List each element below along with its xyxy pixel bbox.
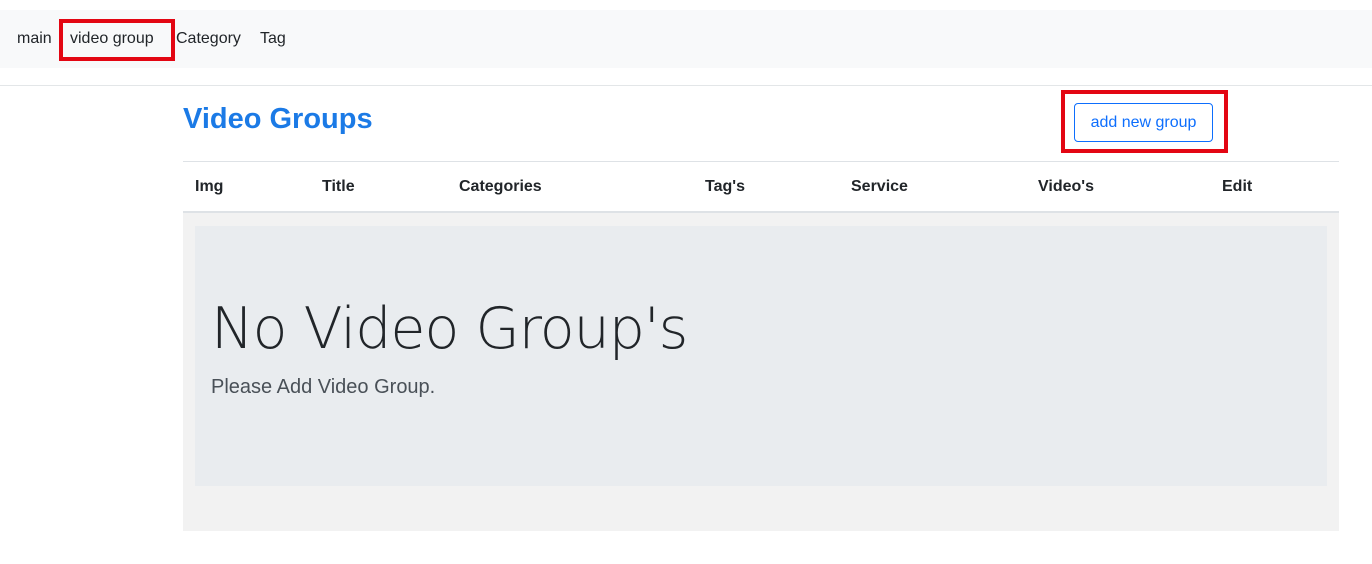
nav-item-category[interactable]: Category bbox=[176, 10, 241, 68]
nav-item-main[interactable]: main bbox=[17, 10, 52, 68]
column-header-categories: Categories bbox=[459, 178, 542, 195]
column-header-edit: Edit bbox=[1222, 178, 1253, 195]
column-header-img: Img bbox=[195, 178, 224, 195]
navbar-divider bbox=[0, 85, 1372, 86]
column-header-videos: Video's bbox=[1038, 178, 1094, 195]
column-header-tags: Tag's bbox=[705, 178, 745, 195]
column-header-service: Service bbox=[851, 178, 908, 195]
add-new-group-button[interactable]: add new group bbox=[1074, 103, 1213, 142]
page-title: Video Groups bbox=[183, 103, 373, 135]
empty-state-title: No Video Group's bbox=[211, 296, 688, 362]
empty-state-subtitle: Please Add Video Group. bbox=[211, 376, 436, 398]
top-navbar: main video group Category Tag bbox=[0, 10, 1372, 68]
nav-item-tag[interactable]: Tag bbox=[260, 10, 286, 68]
nav-item-video-group[interactable]: video group bbox=[70, 10, 154, 68]
column-header-title: Title bbox=[322, 178, 355, 195]
table-top-border bbox=[183, 161, 1339, 162]
